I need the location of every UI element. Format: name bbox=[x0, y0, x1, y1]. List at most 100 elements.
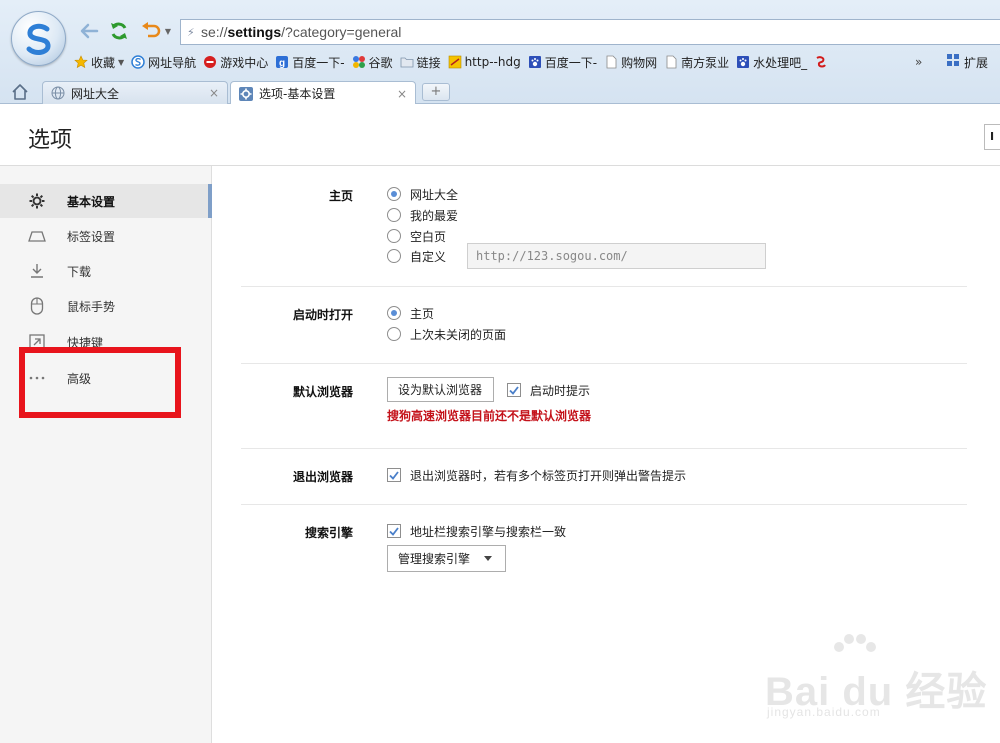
bookmark-label: 游戏中心 bbox=[220, 55, 269, 70]
startup-option-homepage[interactable]: 主页 bbox=[387, 304, 434, 322]
tab-strip: 网址大全 × 选项-基本设置 × + bbox=[0, 80, 1000, 105]
double-chevron-right-icon: » bbox=[915, 55, 923, 69]
sidebar-item-general[interactable]: 基本设置 bbox=[0, 184, 212, 218]
tab-label: 选项-基本设置 bbox=[259, 87, 336, 101]
set-default-browser-button[interactable]: 设为默认浏览器 bbox=[387, 377, 494, 402]
custom-homepage-input[interactable]: http://123.sogou.com/ bbox=[467, 243, 766, 269]
folder-icon bbox=[400, 55, 414, 69]
startup-prompt-option[interactable]: 启动时提示 bbox=[507, 381, 590, 399]
bookmark-folder[interactable]: 链接 bbox=[400, 52, 441, 72]
gear-icon bbox=[28, 192, 46, 210]
bookmark-item[interactable]: g 百度一下- bbox=[275, 52, 345, 72]
sogou-logo-icon[interactable] bbox=[11, 11, 66, 66]
option-label: 上次未关闭的页面 bbox=[410, 327, 507, 342]
checkmark-icon bbox=[509, 385, 519, 395]
tab-icon bbox=[28, 227, 46, 245]
sync-search-engine-option[interactable]: 地址栏搜索引擎与搜索栏一致 bbox=[387, 522, 566, 540]
baidu-jingyan-watermark: Bai du 经验 jingyan.baidu.com bbox=[765, 633, 990, 723]
sidebar-item-label: 鼠标手势 bbox=[67, 299, 116, 314]
page-icon bbox=[604, 55, 618, 69]
page-title: 选项 bbox=[28, 128, 73, 153]
undo-dropdown-caret-icon[interactable]: ▼ bbox=[165, 27, 171, 36]
radio-button[interactable] bbox=[387, 208, 401, 222]
address-bar[interactable]: ⚡ se://settings/?category=general bbox=[180, 19, 1000, 45]
startup-option-restore-last[interactable]: 上次未关闭的页面 bbox=[387, 325, 506, 343]
new-tab-button[interactable]: + bbox=[422, 83, 450, 101]
site-icon bbox=[448, 55, 462, 69]
extensions-button[interactable]: 扩展 bbox=[947, 52, 988, 72]
close-icon[interactable]: × bbox=[397, 87, 407, 101]
radio-button[interactable] bbox=[387, 249, 401, 263]
url-host: settings bbox=[227, 24, 282, 40]
bookmark-favorites[interactable]: 收藏 ▼ bbox=[74, 52, 124, 72]
bookmark-item[interactable]: 购物网 bbox=[604, 52, 657, 72]
radio-button[interactable] bbox=[387, 187, 401, 201]
bookmark-item[interactable]: http--hdg bbox=[448, 52, 521, 72]
undo-close-tab-icon[interactable]: ▼ bbox=[139, 20, 173, 42]
sidebar-item-label: 下载 bbox=[67, 264, 92, 279]
browser-chrome: ▼ ⚡ se://settings/?category=general 收藏 ▼… bbox=[0, 0, 1000, 105]
homepage-option-blank[interactable]: 空白页 bbox=[387, 227, 446, 245]
bolt-icon: ⚡ bbox=[187, 25, 195, 39]
checkbox[interactable] bbox=[507, 383, 521, 397]
sidebar-item-mouse-gestures[interactable]: 鼠标手势 bbox=[0, 289, 212, 323]
option-label: 网址大全 bbox=[410, 187, 459, 202]
google-icon bbox=[352, 55, 366, 69]
bookmark-item[interactable] bbox=[814, 52, 831, 72]
section-divider bbox=[241, 363, 967, 364]
bookmark-label: 谷歌 bbox=[368, 55, 393, 70]
homepage-option-custom[interactable]: 自定义 bbox=[387, 247, 446, 265]
download-icon bbox=[28, 262, 46, 280]
bookmark-item[interactable]: 南方泵业 bbox=[664, 52, 729, 72]
option-label: 我的最爱 bbox=[410, 208, 459, 223]
manage-search-engines-button[interactable]: 管理搜索引擎 bbox=[387, 545, 506, 572]
bookmark-item[interactable]: 水处理吧_ bbox=[736, 52, 807, 72]
bookmark-item[interactable]: 谷歌 bbox=[352, 52, 393, 72]
checkbox[interactable] bbox=[387, 468, 401, 482]
svg-text:g: g bbox=[279, 58, 285, 69]
exit-browser-section-label: 退出浏览器 bbox=[292, 470, 353, 484]
tab-settings[interactable]: 选项-基本设置 × bbox=[230, 81, 416, 105]
annotation-highlight-box bbox=[19, 347, 181, 418]
bookmarks-bar: 收藏 ▼ 网址导航 游戏中心 g 百度一下- 谷歌 链接 http--hdg 百… bbox=[74, 52, 838, 72]
bookmark-label: 链接 bbox=[416, 55, 441, 70]
close-icon[interactable]: × bbox=[209, 86, 219, 100]
checkbox[interactable] bbox=[387, 524, 401, 538]
radio-button[interactable] bbox=[387, 229, 401, 243]
option-label: 地址栏搜索引擎与搜索栏一致 bbox=[410, 524, 567, 539]
checkmark-icon bbox=[389, 526, 399, 536]
home-icon[interactable] bbox=[10, 82, 30, 102]
bookmark-label: 网址导航 bbox=[148, 55, 197, 70]
mouse-icon bbox=[28, 297, 46, 315]
baidu-paw-icon bbox=[528, 55, 542, 69]
url-path: /?category=general bbox=[281, 24, 402, 40]
bookmark-item[interactable]: 百度一下- bbox=[528, 52, 597, 72]
watermark-url: jingyan.baidu.com bbox=[767, 705, 881, 719]
default-browser-section-label: 默认浏览器 bbox=[292, 385, 353, 399]
search-engine-section-label: 搜索引擎 bbox=[304, 526, 353, 540]
bookmark-item[interactable]: 网址导航 bbox=[131, 52, 196, 72]
address-url[interactable]: se://settings/?category=general bbox=[201, 24, 401, 40]
bookmark-label: http--hdg bbox=[464, 55, 521, 69]
refresh-icon[interactable] bbox=[108, 20, 130, 42]
sidebar-item-downloads[interactable]: 下载 bbox=[0, 254, 212, 288]
not-default-warning: 搜狗高速浏览器目前还不是默认浏览器 bbox=[387, 409, 592, 423]
baidu-icon: g bbox=[275, 55, 289, 69]
bookmarks-more-button[interactable]: » bbox=[915, 52, 922, 72]
url-scheme: se:// bbox=[201, 24, 228, 40]
radio-button[interactable] bbox=[387, 306, 401, 320]
exit-warning-option[interactable]: 退出浏览器时，若有多个标签页打开则弹出警告提示 bbox=[387, 466, 686, 484]
header-action-button[interactable]: I bbox=[984, 124, 1000, 150]
startup-section-label: 启动时打开 bbox=[292, 308, 353, 322]
bookmark-item[interactable]: 游戏中心 bbox=[203, 52, 268, 72]
extensions-grid-icon bbox=[947, 54, 960, 70]
sidebar-item-tabs[interactable]: 标签设置 bbox=[0, 219, 212, 253]
radio-button[interactable] bbox=[387, 327, 401, 341]
tab-url-directory[interactable]: 网址大全 × bbox=[42, 81, 228, 104]
back-arrow-icon[interactable] bbox=[78, 20, 100, 42]
homepage-option-favorites[interactable]: 我的最爱 bbox=[387, 206, 458, 224]
homepage-option-url-directory[interactable]: 网址大全 bbox=[387, 185, 458, 203]
bookmark-label: 水处理吧_ bbox=[753, 55, 808, 70]
option-label: 退出浏览器时，若有多个标签页打开则弹出警告提示 bbox=[410, 468, 687, 483]
bookmark-label: 购物网 bbox=[621, 55, 658, 70]
